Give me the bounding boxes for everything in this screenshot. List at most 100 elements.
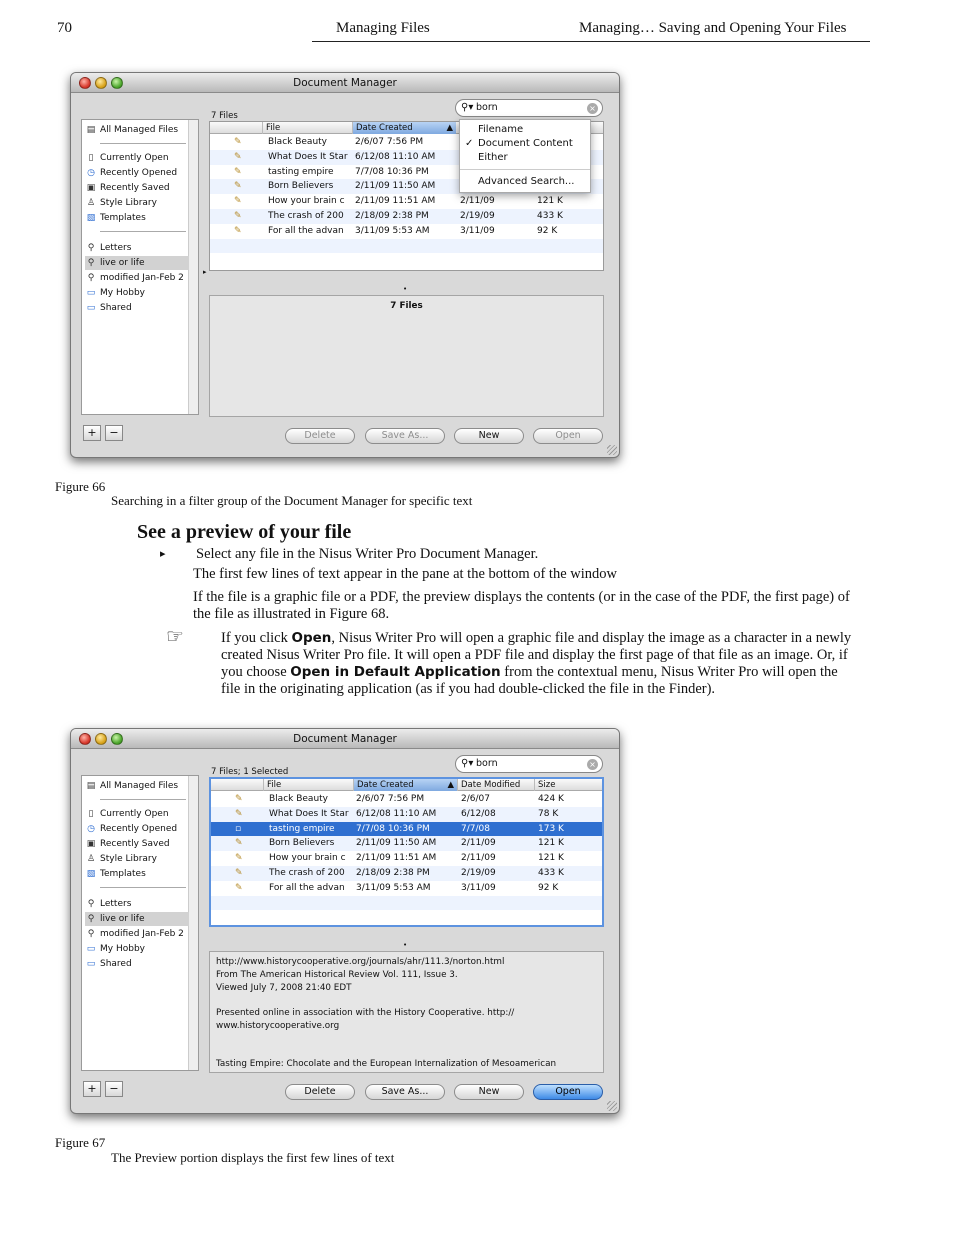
sidebar-item[interactable]: ▣ Recently Saved <box>85 837 189 851</box>
clear-search-icon[interactable]: × <box>587 759 598 770</box>
sidebar-item-label: Recently Saved <box>100 839 170 849</box>
window-title: Document Manager <box>293 733 397 745</box>
delete-button[interactable]: Delete <box>285 1084 355 1100</box>
table-row[interactable]: ✎ Black Beauty 2/6/07 7:56 PM 2/6/07 424 K <box>211 792 602 807</box>
search-options-menu: Filename ✓ Document Content Either Advanc… <box>459 119 591 193</box>
minimize-window-icon[interactable] <box>95 77 107 89</box>
search-icon[interactable]: ⚲▾ <box>461 100 473 116</box>
sidebar-item[interactable]: ⚲ Letters <box>85 897 189 911</box>
save-as-button[interactable]: Save As... <box>365 428 445 444</box>
style-icon: ♙ <box>86 198 96 208</box>
remove-group-button[interactable]: − <box>105 425 123 441</box>
running-section: Managing Files <box>336 20 430 36</box>
cell-file: tasting empire <box>269 823 335 834</box>
sidebar-item[interactable]: ▯ Currently Open <box>85 807 189 821</box>
search-field[interactable]: ⚲▾ born × <box>455 755 603 773</box>
menu-item-advanced-search[interactable]: Advanced Search... <box>478 175 574 189</box>
new-button[interactable]: New <box>454 428 524 444</box>
figure-66-caption: Searching in a filter group of the Docum… <box>111 493 473 508</box>
table-row[interactable]: ✎ Born Believers 2/11/09 11:50 AM 2/11/09 12… <box>211 836 602 852</box>
menu-item-document-content[interactable]: ✓ Document Content <box>465 137 573 151</box>
clear-search-icon[interactable]: × <box>587 103 598 114</box>
style-icon: ♙ <box>86 854 96 864</box>
sidebar-item[interactable]: ◷ Recently Opened <box>85 822 189 836</box>
search-folder-icon: ⚲ <box>87 914 95 924</box>
add-group-button[interactable]: + <box>83 425 101 441</box>
splitter-handle[interactable]: • <box>403 285 407 293</box>
column-size[interactable]: Size <box>534 779 602 791</box>
sidebar-item[interactable]: ▧ Templates <box>85 211 189 225</box>
table-row[interactable]: ✎ The crash of 200 2/18/09 2:38 PM 2/19/09 4… <box>210 209 603 224</box>
add-group-button[interactable]: + <box>83 1081 101 1097</box>
disk-icon: ▣ <box>86 839 96 849</box>
sidebar-divider <box>100 799 186 800</box>
resize-grip-icon[interactable] <box>607 1101 617 1111</box>
table-row[interactable]: ▫ tasting empire 7/7/08 10:36 PM 7/7/08 173 … <box>211 821 602 837</box>
column-file[interactable]: File <box>263 779 353 791</box>
sidebar-item[interactable]: ⚲ Letters <box>85 241 189 255</box>
table-row[interactable]: ✎ What Does It Star 6/12/08 11:10 AM 6/12/0… <box>211 806 602 822</box>
column-date-created[interactable]: Date Created ▲ <box>353 779 457 791</box>
open-button[interactable]: Open <box>533 428 603 444</box>
sidebar: ▤ All Managed Files ▯ Currently Open ◷ Recent… <box>81 775 199 1071</box>
sidebar-splitter-icon[interactable]: ▸ <box>203 268 207 276</box>
document-icon: ▯ <box>88 153 94 163</box>
cell-created: 6/12/08 11:10 AM <box>355 151 436 162</box>
table-row[interactable]: ✎ How your brain c 2/11/09 11:51 AM 2/11/09… <box>211 851 602 866</box>
sidebar-item-label: live or life <box>100 258 145 268</box>
sidebar-scrollbar[interactable] <box>188 120 198 414</box>
table-row[interactable]: ✎ For all the advan 3/11/09 5:53 AM 3/11/09… <box>211 881 602 896</box>
remove-group-button[interactable]: − <box>105 1081 123 1097</box>
zoom-window-icon[interactable] <box>111 77 123 89</box>
sidebar-item[interactable]: ▤ All Managed Files <box>85 123 189 137</box>
search-icon[interactable]: ⚲▾ <box>461 756 473 772</box>
sidebar-item[interactable]: ▭ My Hobby <box>85 286 189 300</box>
sidebar-item-label: My Hobby <box>100 288 145 298</box>
paragraph-2: If the file is a graphic file or a PDF, … <box>193 589 850 622</box>
cell-created: 2/11/09 11:51 AM <box>356 853 437 864</box>
new-button[interactable]: New <box>454 1084 524 1100</box>
sidebar-item[interactable]: ▯ Currently Open <box>85 151 189 165</box>
zoom-window-icon[interactable] <box>111 733 123 745</box>
cell-modified: 2/19/09 <box>460 211 495 221</box>
sidebar-item[interactable]: ⚲ live or life <box>85 912 189 926</box>
sidebar-item[interactable]: ▤ All Managed Files <box>85 779 189 793</box>
cell-size: 433 K <box>538 868 564 878</box>
splitter-handle[interactable]: • <box>403 941 407 949</box>
delete-button[interactable]: Delete <box>285 428 355 444</box>
sidebar-item[interactable]: ⚲ modified Jan-Feb 2 <box>85 271 189 285</box>
sidebar-item[interactable]: ◷ Recently Opened <box>85 166 189 180</box>
menu-item-either[interactable]: Either <box>478 151 508 165</box>
sidebar-item[interactable]: ▭ My Hobby <box>85 942 189 956</box>
open-button[interactable]: Open <box>533 1084 603 1100</box>
sidebar-item[interactable]: ▭ Shared <box>85 957 189 971</box>
table-row[interactable]: ✎ For all the advan 3/11/09 5:53 AM 3/11/09… <box>210 224 603 239</box>
sidebar-item[interactable]: ♙ Style Library <box>85 196 189 210</box>
column-date-modified[interactable]: Date Modified <box>457 779 534 791</box>
sidebar-item[interactable]: ⚲ live or life <box>85 256 189 270</box>
cell-created: 2/18/09 2:38 PM <box>356 868 430 878</box>
save-as-button[interactable]: Save As... <box>365 1084 445 1100</box>
search-field[interactable]: ⚲▾ born × <box>455 99 603 117</box>
column-date-created[interactable]: Date Created ▲ <box>352 122 456 134</box>
close-window-icon[interactable] <box>79 77 91 89</box>
bullet-text: Select any file in the Nisus Writer Pro … <box>196 546 539 562</box>
minimize-window-icon[interactable] <box>95 733 107 745</box>
search-input[interactable]: born <box>476 758 498 769</box>
table-row[interactable]: ✎ How your brain c 2/11/09 11:51 AM 2/11/09… <box>210 194 603 209</box>
sidebar-item[interactable]: ▭ Shared <box>85 301 189 315</box>
search-folder-icon: ⚲ <box>87 243 95 253</box>
sidebar-item[interactable]: ▧ Templates <box>85 867 189 881</box>
close-window-icon[interactable] <box>79 733 91 745</box>
menu-item-filename[interactable]: Filename <box>478 123 523 137</box>
sidebar-item[interactable]: ⚲ modified Jan-Feb 2 <box>85 927 189 941</box>
search-input[interactable]: born <box>476 102 498 113</box>
table-row[interactable]: ✎ The crash of 200 2/18/09 2:38 PM 2/19/09 4… <box>211 866 602 881</box>
resize-grip-icon[interactable] <box>607 445 617 455</box>
sidebar-item[interactable]: ♙ Style Library <box>85 852 189 866</box>
document-icon: ✎ <box>234 151 242 162</box>
cell-modified: 2/11/09 <box>460 196 495 207</box>
sidebar-scrollbar[interactable] <box>188 776 198 1070</box>
column-file[interactable]: File <box>262 122 352 134</box>
sidebar-item[interactable]: ▣ Recently Saved <box>85 181 189 195</box>
